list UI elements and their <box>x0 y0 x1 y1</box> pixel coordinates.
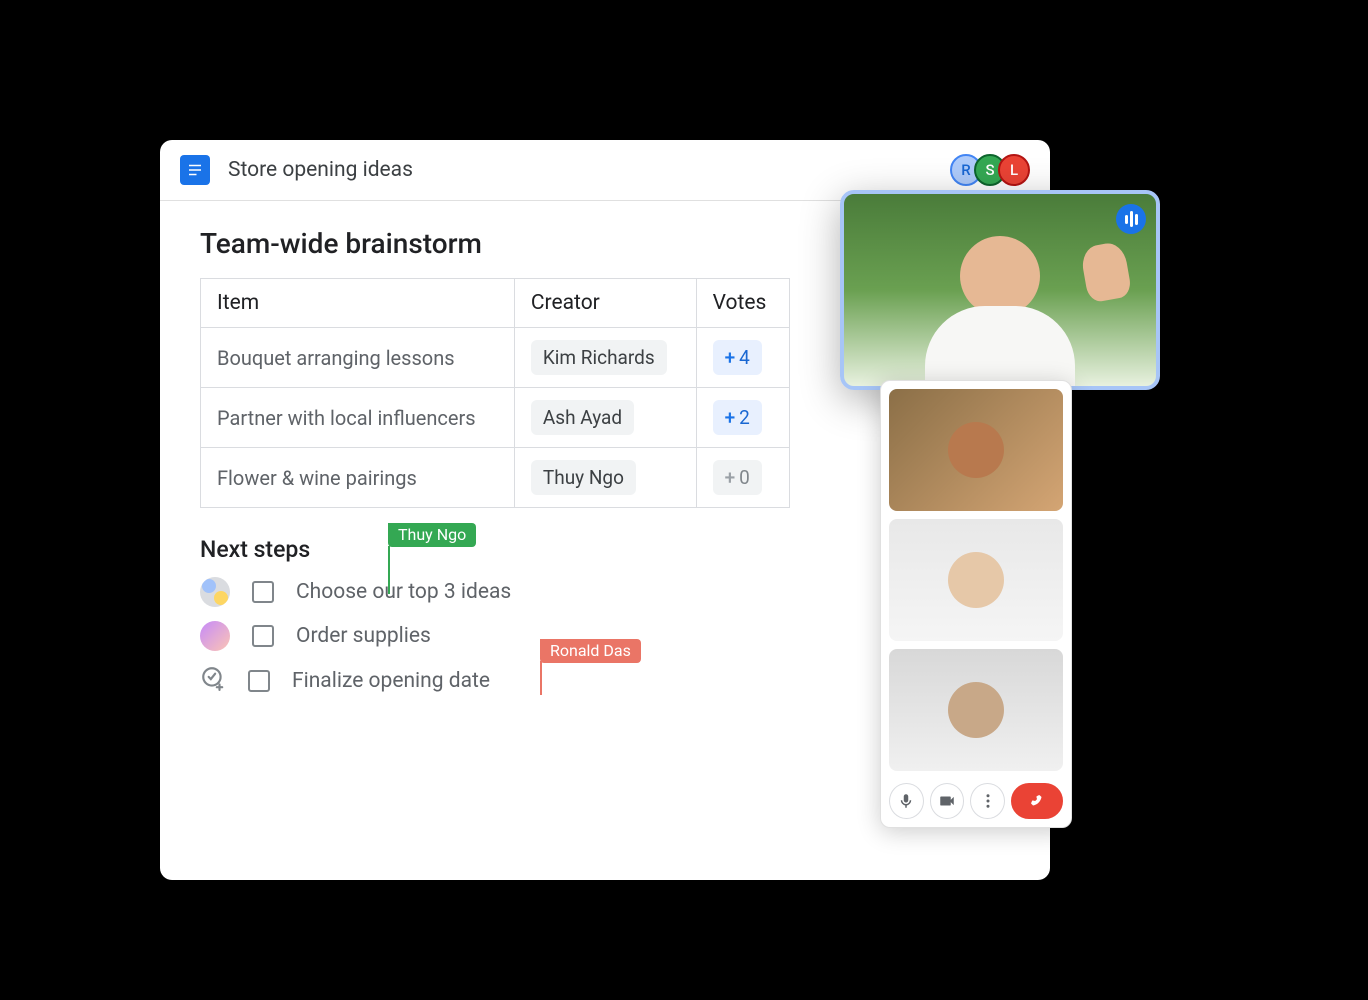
ideas-table: Item Creator Votes Bouquet arranging les… <box>200 278 790 508</box>
docs-window: Store opening ideas R S L Team-wide brai… <box>160 140 1050 880</box>
video-call-panel <box>880 380 1072 828</box>
document-title[interactable]: Store opening ideas <box>228 158 413 182</box>
cell-creator[interactable]: Ash Ayad <box>514 388 696 448</box>
cell-votes[interactable]: +4 <box>696 328 789 388</box>
video-thumbnail[interactable] <box>889 519 1063 641</box>
more-options-button[interactable] <box>970 783 1005 819</box>
table-header-row: Item Creator Votes <box>201 279 790 328</box>
presence-avatars: R S L <box>958 154 1030 186</box>
cell-votes[interactable]: +2 <box>696 388 789 448</box>
collab-cursor-tag-green: Thuy Ngo <box>388 523 476 547</box>
cell-item[interactable]: Partner with local influencers <box>201 388 515 448</box>
table-row: Flower & wine pairings Thuy Ngo +0 <box>201 448 790 508</box>
cell-item[interactable]: Flower & wine pairings <box>201 448 515 508</box>
video-thumbnail[interactable] <box>889 389 1063 511</box>
cell-votes[interactable]: +0 <box>696 448 789 508</box>
cell-item[interactable]: Bouquet arranging lessons <box>201 328 515 388</box>
docs-icon[interactable] <box>180 155 210 185</box>
checkbox[interactable] <box>252 625 274 647</box>
step-label[interactable]: Finalize opening date <box>292 669 490 693</box>
table-row: Bouquet arranging lessons Kim Richards +… <box>201 328 790 388</box>
video-thumbnail[interactable] <box>889 649 1063 771</box>
col-votes: Votes <box>696 279 789 328</box>
col-creator: Creator <box>514 279 696 328</box>
collab-cursor-red <box>540 661 542 695</box>
checkbox[interactable] <box>248 670 270 692</box>
assignee-avatar[interactable] <box>200 621 230 651</box>
assign-task-icon[interactable] <box>200 665 226 697</box>
video-participant <box>910 236 1090 390</box>
presence-avatar[interactable]: L <box>998 154 1030 186</box>
camera-button[interactable] <box>930 783 965 819</box>
step-label[interactable]: Choose our top 3 ideas <box>296 580 511 604</box>
cell-creator[interactable]: Thuy Ngo <box>514 448 696 508</box>
step-label[interactable]: Order supplies <box>296 624 431 648</box>
end-call-button[interactable] <box>1011 783 1063 819</box>
col-item: Item <box>201 279 515 328</box>
checkbox[interactable] <box>252 581 274 603</box>
assignee-group-icon[interactable] <box>200 577 230 607</box>
video-controls <box>889 779 1063 819</box>
table-row: Partner with local influencers Ash Ayad … <box>201 388 790 448</box>
cell-creator[interactable]: Kim Richards <box>514 328 696 388</box>
mic-button[interactable] <box>889 783 924 819</box>
collab-cursor-tag-red: Ronald Das <box>540 639 641 663</box>
video-speaker-main[interactable] <box>840 190 1160 390</box>
speaking-indicator-icon <box>1116 204 1146 234</box>
